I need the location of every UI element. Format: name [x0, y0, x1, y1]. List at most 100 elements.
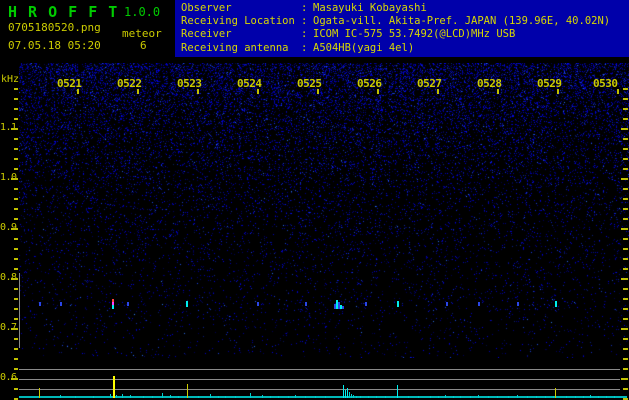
signal-spike	[360, 396, 361, 398]
app-version: 1.0.0	[124, 5, 161, 19]
signal-spike	[349, 392, 350, 398]
freq-tick-left	[14, 88, 18, 90]
signal-spike	[75, 396, 76, 398]
time-axis-label: 0530	[593, 77, 618, 90]
freq-tick-right	[623, 258, 628, 260]
signal-spike	[408, 396, 409, 398]
freq-tick-left	[14, 358, 18, 360]
signal-spike	[583, 396, 584, 398]
freq-tick-right	[621, 128, 628, 130]
signal-spike	[590, 395, 591, 398]
freq-tick-left	[14, 208, 18, 210]
output-filename: 0705180520.png	[8, 21, 101, 34]
signal-spike	[278, 396, 279, 398]
signal-spike	[116, 395, 117, 398]
signal-spike	[606, 396, 607, 398]
freq-tick-left	[14, 148, 18, 150]
freq-tick-left	[11, 128, 18, 130]
meteor-echo-cluster	[342, 306, 344, 309]
meteor-echo	[305, 302, 307, 306]
freq-tick-right	[623, 218, 628, 220]
signal-spike	[122, 394, 123, 398]
signal-spike	[470, 396, 471, 398]
freq-tick-right	[621, 328, 628, 330]
observation-datetime: 07.05.18 05:20	[8, 39, 101, 52]
freq-tick-left	[11, 228, 18, 230]
signal-spike	[517, 395, 518, 398]
freq-tick-right	[623, 108, 628, 110]
freq-tick-left	[14, 168, 18, 170]
signal-spike	[497, 396, 498, 398]
minute-tick	[377, 89, 379, 94]
freq-tick-right	[623, 118, 628, 120]
colon: :	[301, 41, 308, 54]
freq-tick-left	[14, 298, 18, 300]
minute-tick	[197, 89, 199, 94]
signal-spike	[210, 394, 211, 398]
signal-spike	[130, 395, 131, 398]
info-label: Receiver	[181, 28, 232, 41]
signal-spike	[110, 394, 111, 398]
signal-spike	[614, 396, 615, 398]
signal-spike	[351, 394, 352, 398]
freq-tick-right	[623, 198, 628, 200]
freq-tick-left	[14, 218, 18, 220]
signal-spike	[430, 396, 431, 398]
info-label: Receiving Location	[181, 15, 295, 28]
hrofft-screen: H R O F F T 1.0.0 0705180520.png meteor …	[0, 0, 629, 400]
freq-tick-left	[14, 338, 18, 340]
meteor-echo-strong	[112, 305, 114, 309]
freq-tick-left	[14, 268, 18, 270]
signal-spike	[536, 396, 537, 398]
meteor-echo	[186, 301, 188, 307]
freq-tick-left	[14, 248, 18, 250]
colon: :	[301, 15, 308, 28]
signal-spike	[270, 396, 271, 398]
signal-spike	[385, 396, 386, 398]
info-label: Receiving antenna	[181, 41, 289, 54]
meteor-detection-mark	[555, 388, 556, 398]
meteor-echo	[365, 302, 367, 306]
info-row-observer: Observer: Masayuki Kobayashi	[181, 2, 629, 15]
signal-spike	[575, 396, 576, 398]
signal-spike	[315, 396, 316, 398]
freq-tick-right	[623, 88, 628, 90]
signal-spike	[376, 396, 377, 398]
meteor-echo	[257, 302, 259, 306]
signal-spike	[162, 393, 163, 398]
freq-tick-left	[14, 188, 18, 190]
minute-tick	[497, 89, 499, 94]
minute-tick	[557, 89, 559, 94]
colon: :	[301, 28, 308, 41]
minute-tick	[257, 89, 259, 94]
info-row-location: Receiving Location: Ogata-vill. Akita-Pre…	[181, 15, 629, 28]
freq-tick-left	[14, 118, 18, 120]
meteor-echo	[555, 301, 557, 307]
signal-spike	[305, 396, 306, 398]
freq-tick-left	[14, 138, 18, 140]
info-row-receiver: Receiver: ICOM IC-575 53.7492(@LCD)MHz US…	[181, 28, 629, 41]
signal-spike	[170, 395, 171, 398]
signal-spike	[225, 396, 226, 398]
spectrogram-noise-canvas	[19, 63, 629, 358]
meteor-echo	[517, 302, 519, 306]
freq-tick-right	[623, 238, 628, 240]
signal-spike	[347, 388, 348, 398]
signal-spike	[178, 396, 179, 398]
signal-spike	[545, 396, 546, 398]
signal-spike	[143, 396, 144, 398]
signal-spike	[438, 396, 439, 398]
signal-spike	[478, 395, 479, 398]
minute-tick	[317, 89, 319, 94]
signal-spike	[356, 396, 357, 398]
freq-tick-left	[11, 378, 18, 380]
level-gridline	[19, 369, 620, 370]
freq-tick-left	[14, 158, 18, 160]
meteor-echo	[39, 302, 41, 306]
meteor-count: 6	[140, 39, 147, 52]
signal-spike	[553, 396, 554, 398]
freq-tick-left	[11, 178, 18, 180]
signal-spike	[60, 395, 61, 398]
freq-tick-right	[621, 278, 628, 280]
signal-spike	[218, 396, 219, 398]
